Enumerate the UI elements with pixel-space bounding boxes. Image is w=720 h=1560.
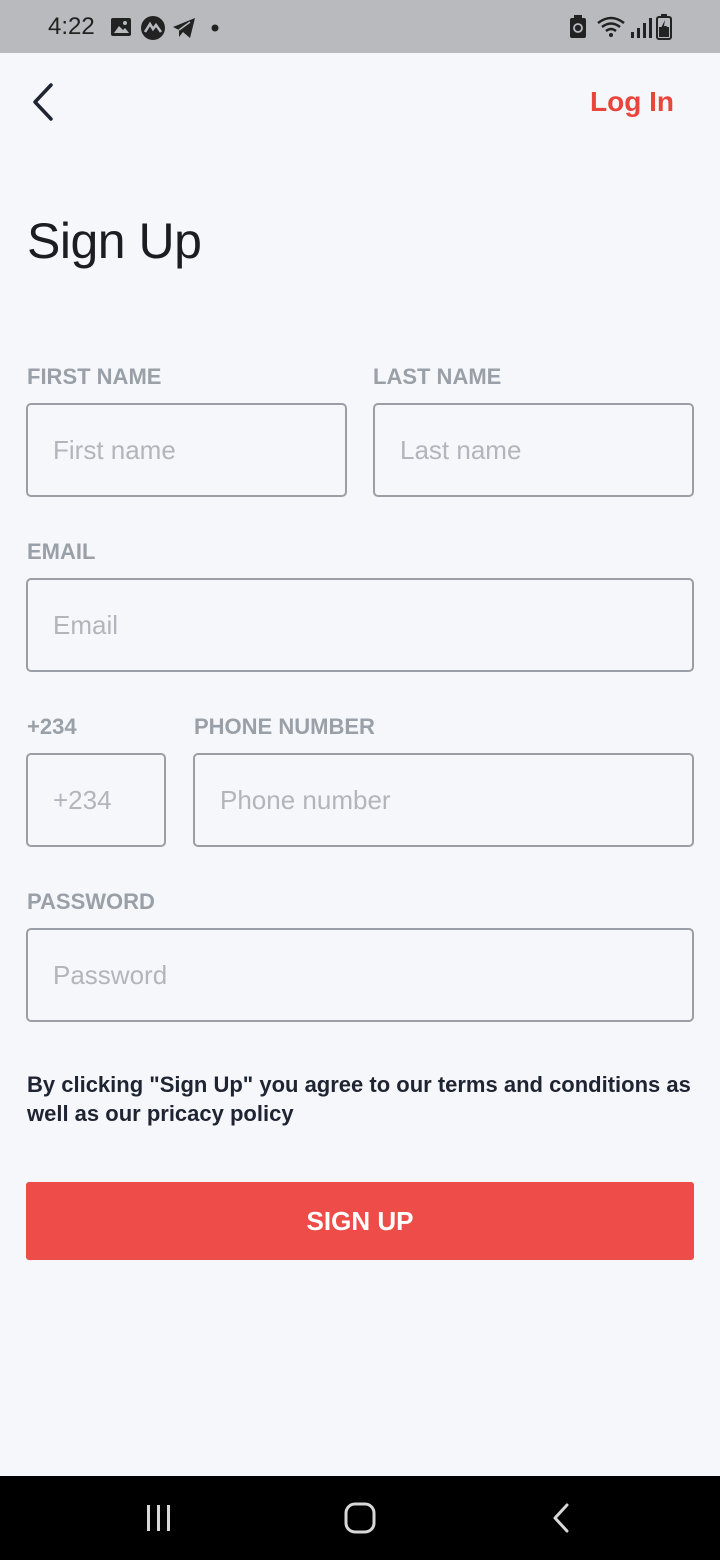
email-label: EMAIL — [27, 539, 96, 564]
notification-dot-icon — [211, 24, 219, 32]
telegram-icon — [173, 18, 195, 38]
wifi-icon — [597, 16, 625, 37]
email-input[interactable] — [26, 578, 694, 672]
password-label: PASSWORD — [27, 889, 155, 914]
recent-apps-button[interactable] — [134, 1496, 184, 1540]
gallery-icon — [111, 18, 131, 36]
phone-number-input[interactable] — [193, 753, 694, 847]
chevron-left-icon — [33, 83, 53, 121]
system-back-button[interactable] — [536, 1496, 586, 1540]
terms-text: By clicking "Sign Up" you agree to our t… — [27, 1072, 691, 1126]
last-name-label: LAST NAME — [373, 364, 502, 389]
app-icon — [141, 16, 165, 40]
page-title: Sign Up — [27, 213, 202, 269]
back-button[interactable] — [20, 80, 64, 124]
country-code-label: +234 — [27, 714, 77, 739]
recent-apps-icon — [147, 1505, 170, 1531]
battery-charging-icon — [656, 14, 672, 40]
status-time: 4:22 — [48, 13, 95, 40]
phone-number-label: PHONE NUMBER — [194, 714, 375, 739]
sign-up-button[interactable]: SIGN UP — [26, 1182, 694, 1260]
home-icon — [344, 1502, 376, 1534]
battery-saver-icon — [570, 15, 586, 38]
system-nav-bar — [0, 1476, 720, 1560]
last-name-input[interactable] — [373, 403, 694, 497]
password-input[interactable] — [26, 928, 694, 1022]
first-name-label: FIRST NAME — [27, 364, 162, 389]
home-button[interactable] — [335, 1496, 385, 1540]
first-name-input[interactable] — [26, 403, 347, 497]
country-code-input[interactable] — [26, 753, 166, 847]
status-bar: 4:22 — [0, 0, 720, 53]
login-link[interactable]: Log In — [590, 86, 674, 118]
back-icon — [553, 1503, 569, 1533]
signal-icon — [631, 18, 652, 38]
